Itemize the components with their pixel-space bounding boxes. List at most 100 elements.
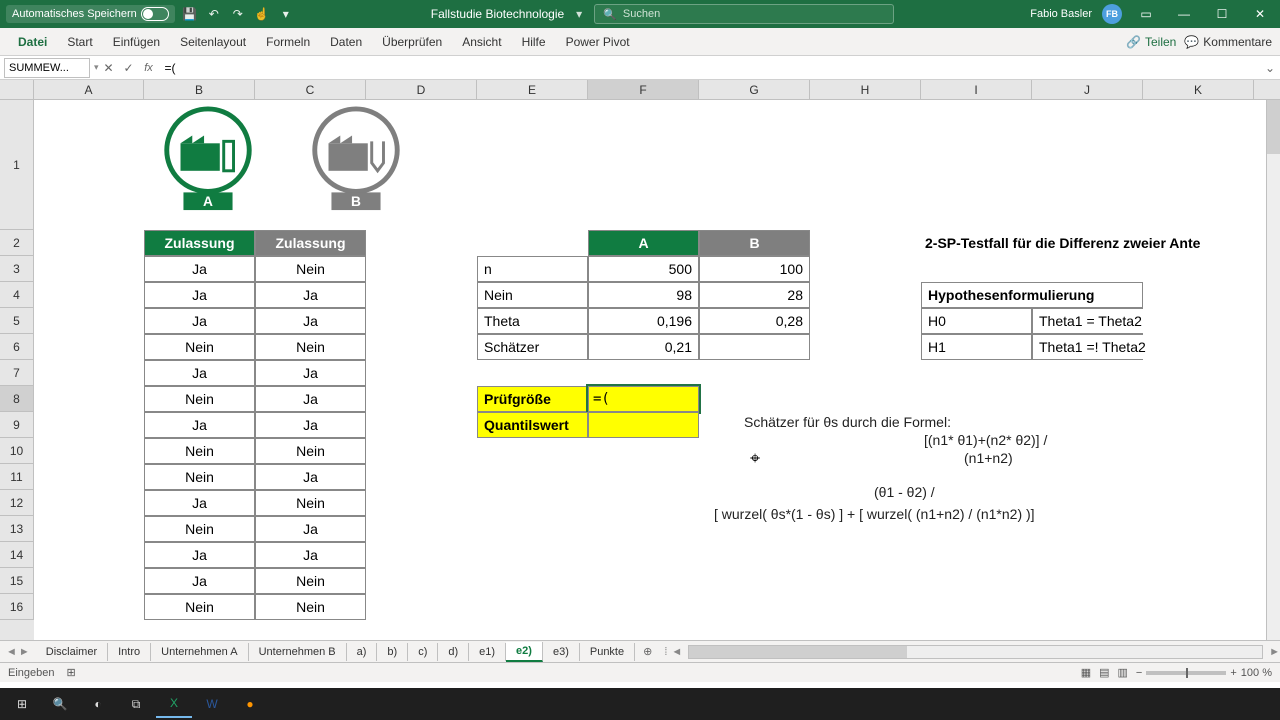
tab-hilfe[interactable]: Hilfe bbox=[512, 29, 556, 55]
cell-G2[interactable]: B bbox=[699, 230, 810, 256]
cell-C12[interactable]: Nein bbox=[255, 490, 366, 516]
sheet-intro[interactable]: Intro bbox=[108, 643, 151, 661]
tab-powerpivot[interactable]: Power Pivot bbox=[556, 29, 640, 55]
cell-B15[interactable]: Ja bbox=[144, 568, 255, 594]
cell-C10[interactable]: Nein bbox=[255, 438, 366, 464]
cell-C11[interactable]: Ja bbox=[255, 464, 366, 490]
grid-cells[interactable]: A B Zulassung Zulassung A B 2-SP-Testfal… bbox=[34, 100, 1266, 640]
cancel-formula-icon[interactable]: ✕ bbox=[99, 59, 119, 77]
colhdr-C[interactable]: C bbox=[255, 80, 366, 99]
rowhdr-5[interactable]: 5 bbox=[0, 308, 34, 334]
vertical-scrollbar[interactable] bbox=[1266, 100, 1280, 640]
rowhdr-1[interactable]: 1 bbox=[0, 100, 34, 230]
comments-button[interactable]: 💬Kommentare bbox=[1184, 35, 1272, 49]
save-icon[interactable]: 💾 bbox=[181, 5, 199, 23]
colhdr-G[interactable]: G bbox=[699, 80, 810, 99]
zoom-slider[interactable] bbox=[1146, 671, 1226, 675]
taskview-icon[interactable]: ⧉ bbox=[118, 690, 154, 718]
view-pagebreak-icon[interactable]: ▥ bbox=[1118, 666, 1128, 679]
sheet-b[interactable]: b) bbox=[377, 643, 408, 661]
tab-formeln[interactable]: Formeln bbox=[256, 29, 320, 55]
cell-B12[interactable]: Ja bbox=[144, 490, 255, 516]
accept-formula-icon[interactable]: ✓ bbox=[119, 59, 139, 77]
formula-input[interactable]: =( bbox=[159, 58, 1260, 78]
cell-I4[interactable]: Hypothesenformulierung bbox=[921, 282, 1032, 308]
sheet-e2[interactable]: e2) bbox=[506, 642, 543, 662]
colhdr-E[interactable]: E bbox=[477, 80, 588, 99]
zoom-control[interactable]: − + 100 % bbox=[1136, 667, 1272, 679]
cell-G3[interactable]: 100 bbox=[699, 256, 810, 282]
cell-B5[interactable]: Ja bbox=[144, 308, 255, 334]
cell-C14[interactable]: Ja bbox=[255, 542, 366, 568]
undo-icon[interactable]: ↶ bbox=[205, 5, 223, 23]
cell-E6[interactable]: Schätzer bbox=[477, 334, 588, 360]
cell-F8-active[interactable]: =( bbox=[588, 386, 699, 412]
tab-seitenlayout[interactable]: Seitenlayout bbox=[170, 29, 256, 55]
sheet-e1[interactable]: e1) bbox=[469, 643, 506, 661]
cell-C6[interactable]: Nein bbox=[255, 334, 366, 360]
cell-B16[interactable]: Nein bbox=[144, 594, 255, 620]
cell-E9[interactable]: Quantilswert bbox=[477, 412, 588, 438]
cell-B8[interactable]: Nein bbox=[144, 386, 255, 412]
tab-ueberpruefen[interactable]: Überprüfen bbox=[372, 29, 452, 55]
cell-C8[interactable]: Ja bbox=[255, 386, 366, 412]
cell-F3[interactable]: 500 bbox=[588, 256, 699, 282]
hscroll-left-icon[interactable]: ◄ bbox=[671, 646, 682, 658]
word-taskbar-icon[interactable]: W bbox=[194, 690, 230, 718]
cell-C5[interactable]: Ja bbox=[255, 308, 366, 334]
colhdr-H[interactable]: H bbox=[810, 80, 921, 99]
cell-J6[interactable]: Theta1 =! Theta2 bbox=[1032, 334, 1143, 360]
view-normal-icon[interactable]: ▦ bbox=[1081, 666, 1091, 679]
search-taskbar-icon[interactable]: 🔍 bbox=[42, 690, 78, 718]
sheet-d[interactable]: d) bbox=[438, 643, 469, 661]
start-button[interactable]: ⊞ bbox=[4, 690, 40, 718]
cell-C15[interactable]: Nein bbox=[255, 568, 366, 594]
redo-icon[interactable]: ↷ bbox=[229, 5, 247, 23]
rowhdr-15[interactable]: 15 bbox=[0, 568, 34, 594]
cell-B4[interactable]: Ja bbox=[144, 282, 255, 308]
excel-taskbar-icon[interactable]: X bbox=[156, 690, 192, 718]
minimize-button[interactable]: — bbox=[1170, 3, 1198, 25]
zoom-value[interactable]: 100 % bbox=[1241, 667, 1272, 679]
rowhdr-6[interactable]: 6 bbox=[0, 334, 34, 360]
tab-einfuegen[interactable]: Einfügen bbox=[103, 29, 170, 55]
search-input[interactable]: 🔍 Suchen bbox=[594, 4, 894, 24]
sheet-unternehmen-b[interactable]: Unternehmen B bbox=[249, 643, 347, 661]
cell-J5[interactable]: Theta1 = Theta2 bbox=[1032, 308, 1143, 334]
colhdr-F[interactable]: F bbox=[588, 80, 699, 99]
cell-B2[interactable]: Zulassung bbox=[144, 230, 255, 256]
cell-C16[interactable]: Nein bbox=[255, 594, 366, 620]
cell-C9[interactable]: Ja bbox=[255, 412, 366, 438]
cell-I2[interactable]: 2-SP-Testfall für die Differenz zweier A… bbox=[921, 230, 1032, 256]
cell-C13[interactable]: Ja bbox=[255, 516, 366, 542]
colhdr-J[interactable]: J bbox=[1032, 80, 1143, 99]
cell-B14[interactable]: Ja bbox=[144, 542, 255, 568]
cell-B9[interactable]: Ja bbox=[144, 412, 255, 438]
close-button[interactable]: ✕ bbox=[1246, 3, 1274, 25]
add-sheet-button[interactable]: ⊕ bbox=[635, 643, 660, 660]
cell-B7[interactable]: Ja bbox=[144, 360, 255, 386]
firefox-taskbar-icon[interactable]: ● bbox=[232, 690, 268, 718]
tab-datei[interactable]: Datei bbox=[8, 29, 57, 55]
rowhdr-7[interactable]: 7 bbox=[0, 360, 34, 386]
cell-G6[interactable] bbox=[699, 334, 810, 360]
cell-B6[interactable]: Nein bbox=[144, 334, 255, 360]
rowhdr-10[interactable]: 10 bbox=[0, 438, 34, 464]
toggle-switch-icon[interactable] bbox=[141, 7, 169, 21]
colhdr-B[interactable]: B bbox=[144, 80, 255, 99]
cell-B10[interactable]: Nein bbox=[144, 438, 255, 464]
tab-daten[interactable]: Daten bbox=[320, 29, 372, 55]
expand-formula-icon[interactable]: ⌄ bbox=[1260, 61, 1280, 75]
cell-I5[interactable]: H0 bbox=[921, 308, 1032, 334]
rowhdr-8[interactable]: 8 bbox=[0, 386, 34, 412]
rowhdr-16[interactable]: 16 bbox=[0, 594, 34, 620]
accessibility-icon[interactable]: ⊞ bbox=[67, 666, 76, 679]
cortana-icon[interactable]: ◐ bbox=[80, 690, 116, 718]
rowhdr-11[interactable]: 11 bbox=[0, 464, 34, 490]
cell-F4[interactable]: 98 bbox=[588, 282, 699, 308]
cell-F9[interactable] bbox=[588, 412, 699, 438]
sheet-e3[interactable]: e3) bbox=[543, 643, 580, 661]
cell-I6[interactable]: H1 bbox=[921, 334, 1032, 360]
fx-icon[interactable]: fx bbox=[139, 59, 159, 77]
sheet-a[interactable]: a) bbox=[347, 643, 378, 661]
